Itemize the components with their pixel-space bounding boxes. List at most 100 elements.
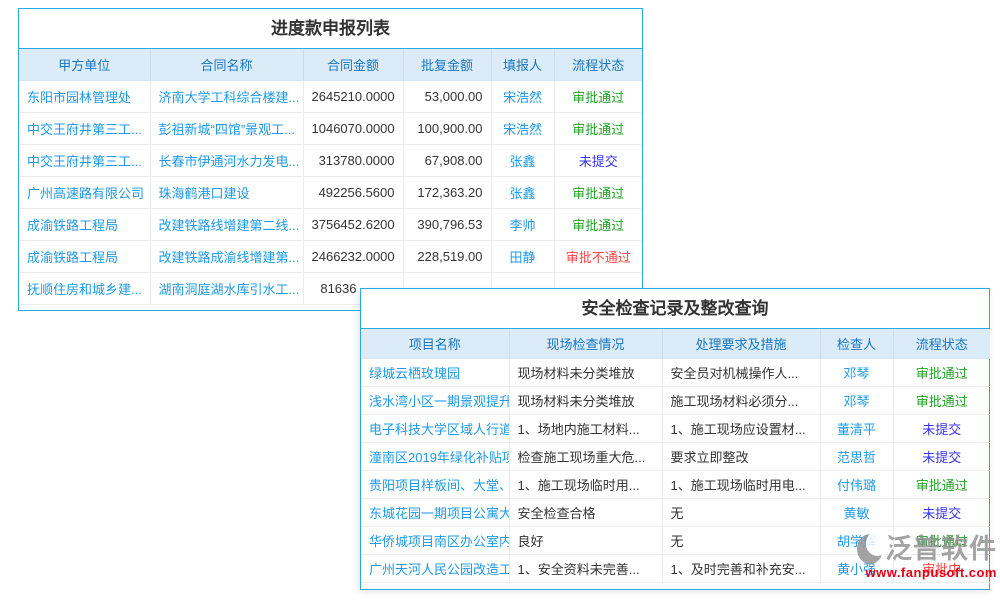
- progress-payment-table: 进度款申报列表 甲方单位 合同名称 合同金额 批复金额 填报人 流程状态 东阳市…: [18, 8, 643, 311]
- table-row: 电子科技大学区域人行道1、场地内施工材料...1、施工现场应设置材...董清平未…: [361, 414, 990, 442]
- column-header-inspection: 现场检查情况: [509, 329, 662, 358]
- safety-table-header: 项目名称 现场检查情况 处理要求及措施 检查人 流程状态: [361, 329, 990, 358]
- cell-reporter: 田静: [491, 240, 554, 272]
- cell-status: 审批不通过: [554, 240, 642, 272]
- cell-unit[interactable]: 抚顺住房和城乡建...: [19, 272, 150, 304]
- table-row: 东城花园一期项目公寓大安全检查合格无黄敏未提交: [361, 498, 990, 526]
- watermark: 泛普软件 www.fanpusoft.com: [862, 534, 997, 579]
- column-header-project: 项目名称: [361, 329, 509, 358]
- column-header-approved: 批复金额: [403, 49, 491, 80]
- cell-reporter: 宋浩然: [491, 112, 554, 144]
- cell-status: 审批通过: [893, 386, 990, 414]
- cell-amount: 492256.5600: [303, 176, 403, 208]
- cell-reporter: 宋浩然: [491, 80, 554, 112]
- cell-status: 审批通过: [554, 112, 642, 144]
- table-row: 浅水湾小区一期景观提升现场材料未分类堆放施工现场材料必须分...邓琴审批通过: [361, 386, 990, 414]
- progress-table-grid: 甲方单位 合同名称 合同金额 批复金额 填报人 流程状态 东阳市园林管理处济南大…: [19, 49, 642, 305]
- column-header-reporter: 填报人: [491, 49, 554, 80]
- cell-measure: 安全员对机械操作人...: [662, 358, 820, 386]
- cell-inspector: 邓琴: [820, 358, 893, 386]
- cell-inspection: 1、施工现场临时用...: [509, 470, 662, 498]
- cell-amount: 313780.0000: [303, 144, 403, 176]
- cell-project[interactable]: 潼南区2019年绿化补贴项: [361, 442, 509, 470]
- cell-unit[interactable]: 中交王府井第三工...: [19, 144, 150, 176]
- cell-inspection: 现场材料未分类堆放: [509, 386, 662, 414]
- cell-approved: 228,519.00: [403, 240, 491, 272]
- table-row: 潼南区2019年绿化补贴项检查施工现场重大危...要求立即整改范思哲未提交: [361, 442, 990, 470]
- progress-table-body: 东阳市园林管理处济南大学工科综合楼建...2645210.000053,000.…: [19, 80, 642, 304]
- column-header-amount: 合同金额: [303, 49, 403, 80]
- column-header-status: 流程状态: [554, 49, 642, 80]
- cell-contract[interactable]: 彭祖新城“四馆”景观工...: [150, 112, 303, 144]
- table-row: 贵阳项目样板间、大堂、1、施工现场临时用...1、施工现场临时用电...付伟璐审…: [361, 470, 990, 498]
- cell-unit[interactable]: 成渝铁路工程局: [19, 208, 150, 240]
- table-row: 中交王府井第三工...彭祖新城“四馆”景观工...1046070.0000100…: [19, 112, 642, 144]
- cell-unit[interactable]: 东阳市园林管理处: [19, 80, 150, 112]
- cell-project[interactable]: 华侨城项目南区办公室内: [361, 526, 509, 554]
- cell-amount: 2466232.0000: [303, 240, 403, 272]
- cell-reporter: 张鑫: [491, 176, 554, 208]
- cell-project[interactable]: 东城花园一期项目公寓大: [361, 498, 509, 526]
- table-row: 东阳市园林管理处济南大学工科综合楼建...2645210.000053,000.…: [19, 80, 642, 112]
- cell-approved: 172,363.20: [403, 176, 491, 208]
- cell-measure: 无: [662, 526, 820, 554]
- cell-project[interactable]: 浅水湾小区一期景观提升: [361, 386, 509, 414]
- cell-measure: 无: [662, 498, 820, 526]
- cell-contract[interactable]: 长春市伊通河水力发电...: [150, 144, 303, 176]
- cell-project[interactable]: 贵阳项目样板间、大堂、: [361, 470, 509, 498]
- watermark-brand-row: 泛普软件: [862, 534, 997, 564]
- cell-status: 未提交: [554, 144, 642, 176]
- cell-contract[interactable]: 珠海鹤港口建设: [150, 176, 303, 208]
- cell-project[interactable]: 广州天河人民公园改造工: [361, 554, 509, 582]
- cell-reporter: 李帅: [491, 208, 554, 240]
- cell-contract[interactable]: 济南大学工科综合楼建...: [150, 80, 303, 112]
- cell-project[interactable]: 电子科技大学区域人行道: [361, 414, 509, 442]
- header-row: 甲方单位 合同名称 合同金额 批复金额 填报人 流程状态: [19, 49, 642, 80]
- table-row: 中交王府井第三工...长春市伊通河水力发电...313780.000067,90…: [19, 144, 642, 176]
- progress-table-header: 甲方单位 合同名称 合同金额 批复金额 填报人 流程状态: [19, 49, 642, 80]
- table-row: 成渝铁路工程局改建铁路成渝线增建第...2466232.0000228,519.…: [19, 240, 642, 272]
- cell-inspection: 1、场地内施工材料...: [509, 414, 662, 442]
- cell-unit[interactable]: 广州高速路有限公司: [19, 176, 150, 208]
- header-row: 项目名称 现场检查情况 处理要求及措施 检查人 流程状态: [361, 329, 990, 358]
- column-header-contract: 合同名称: [150, 49, 303, 80]
- table-row: 广州高速路有限公司珠海鹤港口建设492256.5600172,363.20张鑫审…: [19, 176, 642, 208]
- page: 进度款申报列表 甲方单位 合同名称 合同金额 批复金额 填报人 流程状态 东阳市…: [0, 0, 1000, 600]
- table-row: 成渝铁路工程局改建铁路线增建第二线...3756452.6200390,796.…: [19, 208, 642, 240]
- cell-approved: 67,908.00: [403, 144, 491, 176]
- cell-status: 审批通过: [893, 470, 990, 498]
- cell-inspection: 1、安全资料未完善...: [509, 554, 662, 582]
- watermark-url: www.fanpusoft.com: [862, 566, 997, 579]
- safety-table-title: 安全检查记录及整改查询: [361, 289, 989, 329]
- cell-project[interactable]: 绿城云栖玫瑰园: [361, 358, 509, 386]
- column-header-inspector: 检查人: [820, 329, 893, 358]
- cell-approved: 100,900.00: [403, 112, 491, 144]
- cell-unit[interactable]: 成渝铁路工程局: [19, 240, 150, 272]
- cell-status: 审批通过: [554, 176, 642, 208]
- cell-status: 未提交: [893, 414, 990, 442]
- cell-measure: 1、施工现场临时用电...: [662, 470, 820, 498]
- cell-inspector: 范思哲: [820, 442, 893, 470]
- cell-inspector: 邓琴: [820, 386, 893, 414]
- cell-unit[interactable]: 中交王府井第三工...: [19, 112, 150, 144]
- column-header-unit: 甲方单位: [19, 49, 150, 80]
- cell-inspection: 现场材料未分类堆放: [509, 358, 662, 386]
- cell-amount: 3756452.6200: [303, 208, 403, 240]
- column-header-measure: 处理要求及措施: [662, 329, 820, 358]
- cell-inspection: 检查施工现场重大危...: [509, 442, 662, 470]
- cell-inspector: 董清平: [820, 414, 893, 442]
- cell-contract[interactable]: 改建铁路成渝线增建第...: [150, 240, 303, 272]
- cell-approved: 53,000.00: [403, 80, 491, 112]
- cell-status: 未提交: [893, 442, 990, 470]
- cell-status: 审批通过: [893, 358, 990, 386]
- table-row: 绿城云栖玫瑰园现场材料未分类堆放安全员对机械操作人...邓琴审批通过: [361, 358, 990, 386]
- cell-inspection: 良好: [509, 526, 662, 554]
- cell-reporter: 张鑫: [491, 144, 554, 176]
- cell-inspector: 黄敏: [820, 498, 893, 526]
- cell-contract[interactable]: 湖南洞庭湖水库引水工...: [150, 272, 303, 304]
- progress-table-title: 进度款申报列表: [19, 9, 642, 49]
- cell-status: 审批通过: [554, 208, 642, 240]
- cell-status: 未提交: [893, 498, 990, 526]
- cell-inspector: 付伟璐: [820, 470, 893, 498]
- cell-contract[interactable]: 改建铁路线增建第二线...: [150, 208, 303, 240]
